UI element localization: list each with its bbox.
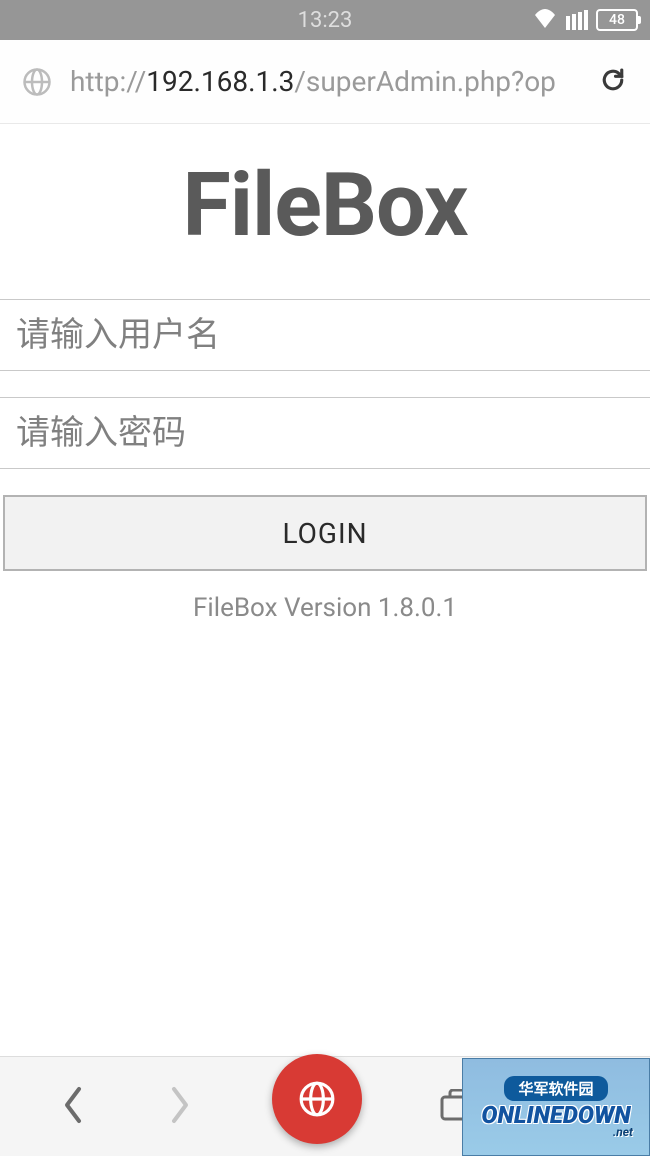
refresh-icon[interactable] — [598, 65, 628, 99]
back-button[interactable] — [59, 1085, 87, 1129]
url-path: /superAdmin.php?op — [294, 65, 556, 98]
battery-level: 48 — [609, 12, 625, 28]
status-bar: 13:23 48 — [0, 0, 650, 40]
password-input[interactable] — [0, 397, 650, 469]
wifi-icon — [532, 8, 558, 32]
status-icons: 48 — [532, 8, 638, 32]
watermark: 华军软件园 ONLINEDOWN .net — [462, 1058, 650, 1156]
url-host: 192.168.1.3 — [146, 65, 294, 98]
watermark-domain: .net — [613, 1125, 633, 1139]
version-text: FileBox Version 1.8.0.1 — [0, 593, 650, 623]
home-fab-button[interactable] — [272, 1054, 362, 1144]
browser-url-bar: http://192.168.1.3/superAdmin.php?op — [0, 40, 650, 124]
url-input[interactable]: http://192.168.1.3/superAdmin.php?op — [70, 65, 580, 98]
battery-icon: 48 — [596, 9, 638, 31]
signal-icon — [566, 10, 588, 30]
watermark-brand: ONLINEDOWN — [481, 1103, 630, 1127]
forward-button[interactable] — [166, 1085, 194, 1129]
status-time: 13:23 — [298, 8, 353, 33]
username-input[interactable] — [0, 299, 650, 371]
watermark-cn: 华军软件园 — [504, 1076, 607, 1101]
page-title: FileBox — [0, 154, 650, 257]
url-prefix: http:// — [70, 65, 146, 98]
login-button[interactable]: LOGIN — [3, 495, 647, 571]
globe-icon — [22, 67, 52, 97]
page-content: FileBox LOGIN FileBox Version 1.8.0.1 — [0, 124, 650, 623]
